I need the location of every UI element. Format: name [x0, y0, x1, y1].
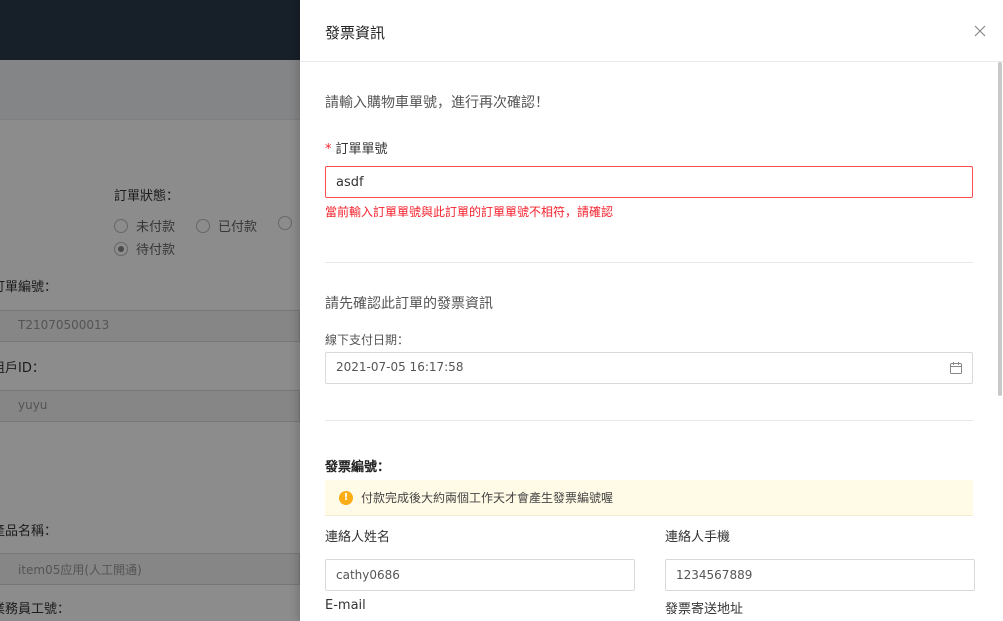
confirm-prompt: 請輸入購物車單號，進行再次確認！: [325, 95, 549, 111]
contact-phone-input[interactable]: [665, 559, 975, 591]
contact-name-label: 連絡人姓名: [325, 530, 391, 545]
alert-text: 付款完成後大約兩個工作天才會產生發票編號喔: [361, 491, 614, 505]
invoice-confirm-title: 請先確認此訂單的發票資訊: [325, 296, 493, 312]
contact-name-input[interactable]: [325, 559, 635, 591]
required-mark: *: [325, 142, 332, 157]
offline-payment-date-picker[interactable]: 2021-07-05 16:17:58: [325, 352, 973, 384]
order-number-label: * 訂單單號: [325, 142, 388, 157]
email-label: E-mail: [325, 598, 366, 613]
offline-payment-date-label: 線下支付日期：: [325, 333, 410, 347]
background-page: 訂單狀態： 未付款 已付款 待付款 訂單編號： T21070500013 租戶I…: [0, 0, 300, 621]
payment-date-value: 2021-07-05 16:17:58: [336, 360, 464, 374]
contact-phone-label: 連絡人手機: [665, 530, 731, 545]
modal-overlay[interactable]: [0, 0, 300, 621]
drawer-header: 發票資訊: [300, 0, 1003, 62]
info-icon: !: [339, 490, 353, 505]
calendar-icon[interactable]: [949, 361, 963, 375]
close-icon[interactable]: [971, 22, 989, 40]
order-number-input[interactable]: [325, 166, 973, 198]
drawer-title: 發票資訊: [325, 24, 386, 42]
divider: [325, 420, 973, 421]
invoice-address-label: 發票寄送地址: [665, 602, 744, 617]
divider: [325, 262, 973, 263]
invoice-drawer: 發票資訊 請輸入購物車單號，進行再次確認！ *訂單單號 當前輸入訂單單號與此訂單…: [300, 0, 1003, 621]
order-number-error: 當前輸入訂單單號與此訂單的訂單單號不相符，請確認: [325, 205, 614, 219]
drawer-scrollbar[interactable]: [997, 62, 1003, 621]
invoice-info-alert: ! 付款完成後大約兩個工作天才會產生發票編號喔: [325, 480, 973, 516]
invoice-number-title: 發票編號：: [325, 460, 391, 475]
scrollbar-thumb[interactable]: [998, 62, 1002, 396]
